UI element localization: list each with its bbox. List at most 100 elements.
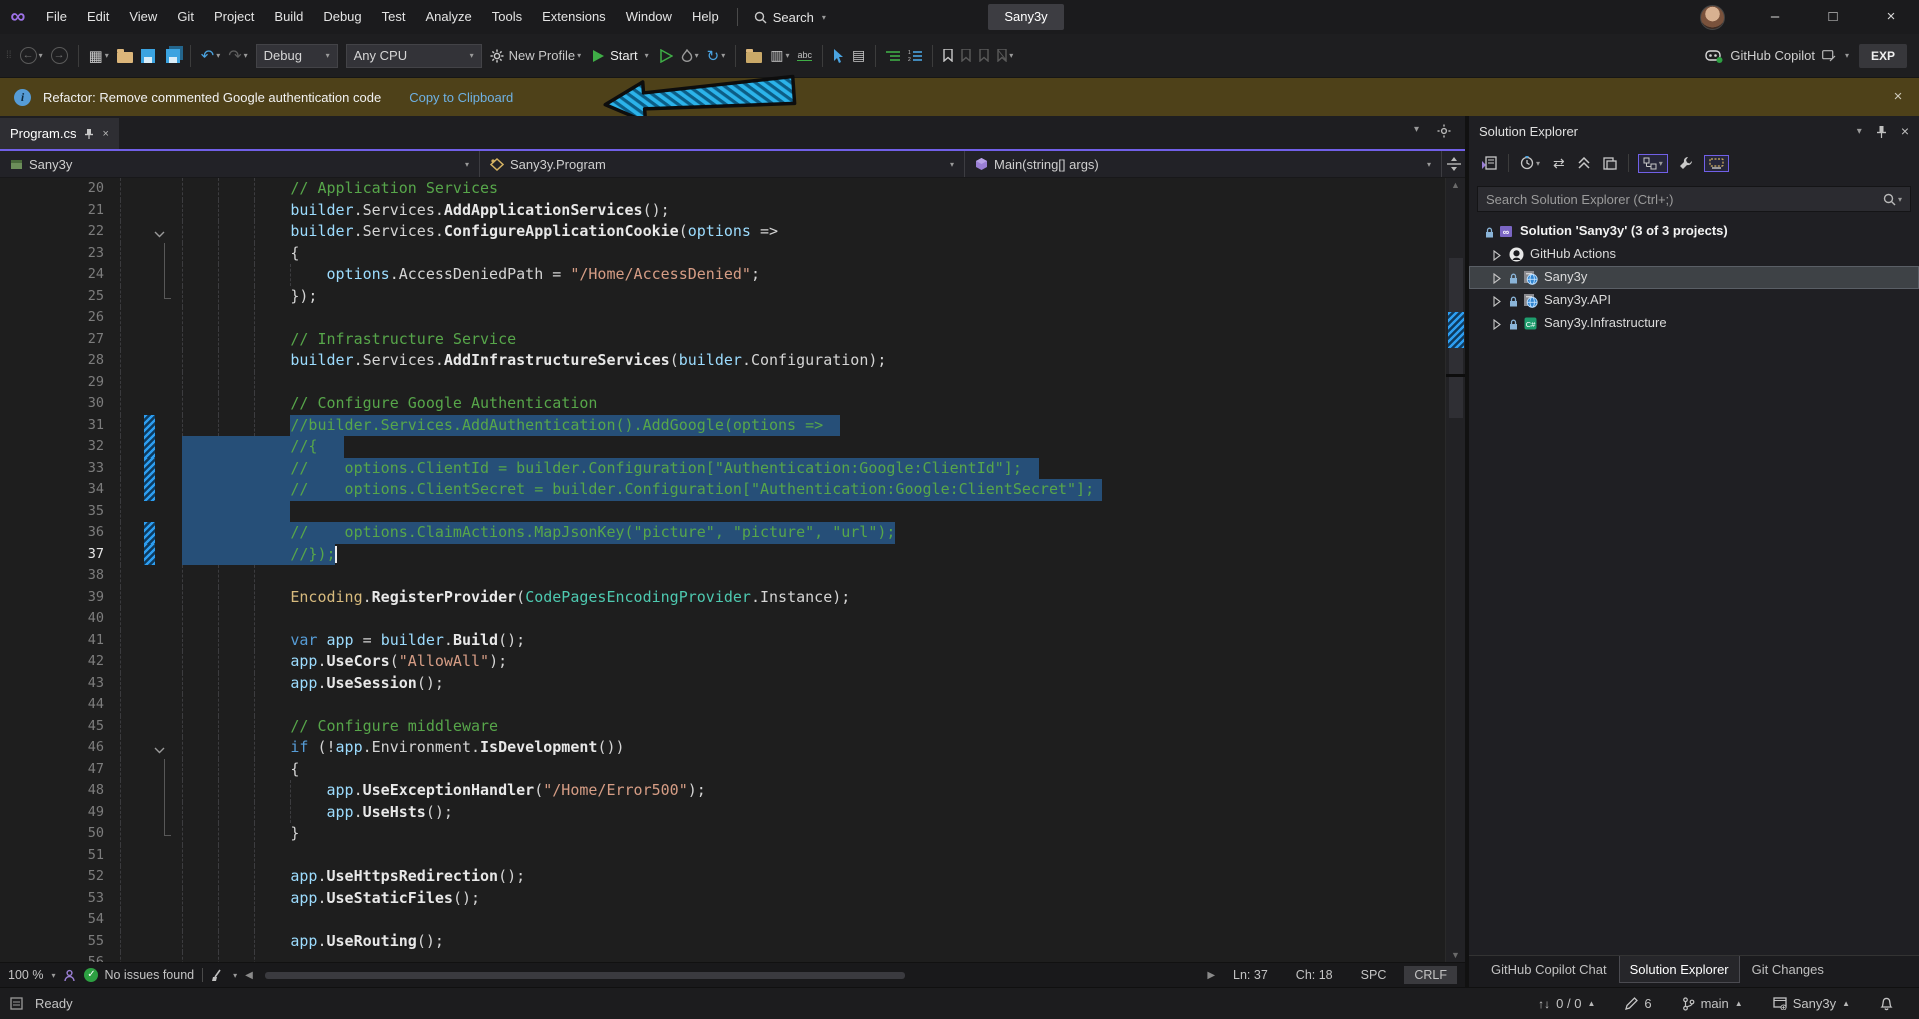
vertical-scrollbar[interactable]: ▲ ▼ bbox=[1445, 178, 1465, 962]
code-line-38[interactable]: 38 bbox=[0, 565, 1465, 587]
line-number[interactable]: 44 bbox=[0, 694, 104, 716]
code-line-53[interactable]: 53 app.UseStaticFiles(); bbox=[0, 888, 1465, 910]
save-button[interactable] bbox=[138, 43, 158, 69]
nav-back-button[interactable]: ←▾ bbox=[17, 43, 46, 69]
fold-chevron-icon[interactable] bbox=[154, 226, 165, 241]
line-ending-indicator[interactable]: CRLF bbox=[1404, 966, 1457, 984]
window-layout-button[interactable]: ▥▾ bbox=[767, 43, 792, 69]
project-dropdown[interactable]: Sany3y▾ bbox=[0, 151, 480, 177]
panel-tab-solution-explorer[interactable]: Solution Explorer bbox=[1619, 956, 1740, 983]
code-line-37[interactable]: 37 //}); bbox=[0, 544, 1465, 566]
pin-icon[interactable] bbox=[84, 128, 94, 139]
split-editor-button[interactable] bbox=[1442, 151, 1465, 177]
pending-edits-button[interactable]: 6 bbox=[1625, 996, 1651, 1011]
tab-close-icon[interactable]: × bbox=[102, 128, 108, 140]
solution-search-box[interactable]: ▾ bbox=[1477, 186, 1911, 212]
user-avatar[interactable] bbox=[1700, 5, 1725, 30]
toggle-bookmark-button[interactable] bbox=[940, 43, 956, 69]
line-number[interactable]: 28 bbox=[0, 350, 104, 372]
undo-button[interactable]: ↶▾ bbox=[198, 43, 223, 69]
redo-button[interactable]: ↷▾ bbox=[225, 43, 250, 69]
branch-button[interactable]: main▲ bbox=[1682, 996, 1743, 1011]
pointer-mode-button[interactable] bbox=[830, 43, 847, 69]
code-line-47[interactable]: 47 { bbox=[0, 759, 1465, 781]
fold-chevron-icon[interactable] bbox=[154, 742, 165, 757]
background-tasks-button[interactable]: Ready bbox=[10, 996, 73, 1011]
code-line-26[interactable]: 26 bbox=[0, 307, 1465, 329]
line-number[interactable]: 56 bbox=[0, 952, 104, 962]
code-line-39[interactable]: 39 Encoding.RegisterProvider(CodePagesEn… bbox=[0, 587, 1465, 609]
code-line-25[interactable]: 25 }); bbox=[0, 286, 1465, 308]
tree-item-4[interactable]: C#Sany3y.Infrastructure bbox=[1469, 312, 1919, 335]
tree-item-1[interactable]: GitHub Actions bbox=[1469, 243, 1919, 266]
track-active-item-toggle[interactable] bbox=[1704, 155, 1729, 172]
panel-tab-git-changes[interactable]: Git Changes bbox=[1742, 956, 1834, 982]
open-file-button[interactable] bbox=[114, 43, 136, 69]
code-line-56[interactable]: 56 bbox=[0, 952, 1465, 962]
pin-icon[interactable] bbox=[1876, 125, 1887, 138]
document-list-chevron-icon[interactable]: ▾ bbox=[1414, 124, 1419, 138]
code-line-23[interactable]: 23 { bbox=[0, 243, 1465, 265]
solution-search-input[interactable] bbox=[1486, 192, 1883, 207]
expand-arrow-icon[interactable] bbox=[1493, 295, 1501, 310]
code-line-54[interactable]: 54 bbox=[0, 909, 1465, 931]
start-debug-button[interactable]: Start▾ bbox=[586, 43, 654, 69]
indent-button[interactable] bbox=[883, 43, 903, 69]
switch-views-button[interactable] bbox=[1479, 154, 1499, 173]
code-line-51[interactable]: 51 bbox=[0, 845, 1465, 867]
line-number[interactable]: 53 bbox=[0, 888, 104, 910]
line-number[interactable]: 22 bbox=[0, 221, 104, 243]
expand-arrow-icon[interactable] bbox=[1493, 318, 1501, 333]
line-number[interactable]: 33 bbox=[0, 458, 104, 480]
preview-selected-items-button[interactable] bbox=[1601, 155, 1619, 172]
panel-tab-github-copilot-chat[interactable]: GitHub Copilot Chat bbox=[1481, 956, 1617, 982]
line-number[interactable]: 26 bbox=[0, 307, 104, 329]
code-line-43[interactable]: 43 app.UseSession(); bbox=[0, 673, 1465, 695]
scroll-right-icon[interactable]: ▶ bbox=[1207, 970, 1215, 981]
line-number[interactable]: 54 bbox=[0, 909, 104, 931]
paste-format-button[interactable]: ▤ bbox=[849, 43, 868, 69]
new-project-button[interactable]: ▦▾ bbox=[86, 43, 112, 69]
show-all-files-toggle[interactable]: ▾ bbox=[1638, 154, 1668, 173]
code-line-24[interactable]: 24 options.AccessDeniedPath = "/Home/Acc… bbox=[0, 264, 1465, 286]
code-line-36[interactable]: 36 // options.ClaimActions.MapJsonKey("p… bbox=[0, 522, 1465, 544]
tab-settings-gear-icon[interactable] bbox=[1437, 124, 1451, 138]
line-number[interactable]: 40 bbox=[0, 608, 104, 630]
sync-commits-button[interactable]: ↑↓0 / 0▲ bbox=[1538, 996, 1595, 1011]
line-number[interactable]: 36 bbox=[0, 522, 104, 544]
platform-combo[interactable]: Any CPU▾ bbox=[346, 44, 482, 68]
line-number[interactable]: 21 bbox=[0, 200, 104, 222]
menu-tools[interactable]: Tools bbox=[482, 0, 532, 34]
code-line-44[interactable]: 44 bbox=[0, 694, 1465, 716]
menu-view[interactable]: View bbox=[119, 0, 167, 34]
code-line-45[interactable]: 45 // Configure middleware bbox=[0, 716, 1465, 738]
code-line-29[interactable]: 29 bbox=[0, 372, 1465, 394]
code-line-48[interactable]: 48 app.UseExceptionHandler("/Home/Error5… bbox=[0, 780, 1465, 802]
new-profile-button[interactable]: New Profile▾ bbox=[487, 43, 584, 69]
code-line-22[interactable]: 22 builder.Services.ConfigureApplication… bbox=[0, 221, 1465, 243]
scroll-down-icon[interactable]: ▼ bbox=[1446, 950, 1465, 960]
code-line-52[interactable]: 52 app.UseHttpsRedirection(); bbox=[0, 866, 1465, 888]
type-dropdown[interactable]: Sany3y.Program▾ bbox=[480, 151, 965, 177]
line-number[interactable]: 51 bbox=[0, 845, 104, 867]
member-dropdown[interactable]: Main(string[] args)▾ bbox=[965, 151, 1442, 177]
line-number[interactable]: 43 bbox=[0, 673, 104, 695]
sync-with-active-document-button[interactable]: ⇄ bbox=[1551, 153, 1567, 174]
hot-reload-button[interactable]: ▾ bbox=[678, 43, 702, 69]
horizontal-scrollbar[interactable] bbox=[261, 963, 1200, 987]
scroll-up-icon[interactable]: ▲ bbox=[1446, 180, 1465, 190]
code-line-55[interactable]: 55 app.UseRouting(); bbox=[0, 931, 1465, 953]
search-control[interactable]: Search ▾ bbox=[746, 10, 834, 25]
health-indicator[interactable]: ✓No issues found bbox=[84, 968, 194, 982]
column-indicator[interactable]: Ch: 18 bbox=[1286, 966, 1343, 984]
panel-close-icon[interactable]: × bbox=[1901, 123, 1909, 139]
repository-button[interactable]: Sany3y▲ bbox=[1773, 996, 1850, 1011]
restart-button[interactable]: ↻▾ bbox=[704, 43, 729, 69]
code-line-20[interactable]: 20 // Application Services bbox=[0, 178, 1465, 200]
notification-close-icon[interactable]: × bbox=[1887, 86, 1909, 108]
line-number[interactable]: 45 bbox=[0, 716, 104, 738]
code-line-28[interactable]: 28 builder.Services.AddInfrastructureSer… bbox=[0, 350, 1465, 372]
expand-arrow-icon[interactable] bbox=[1493, 272, 1501, 287]
tree-item-2[interactable]: Sany3y bbox=[1469, 266, 1919, 289]
line-number[interactable]: 20 bbox=[0, 178, 104, 200]
